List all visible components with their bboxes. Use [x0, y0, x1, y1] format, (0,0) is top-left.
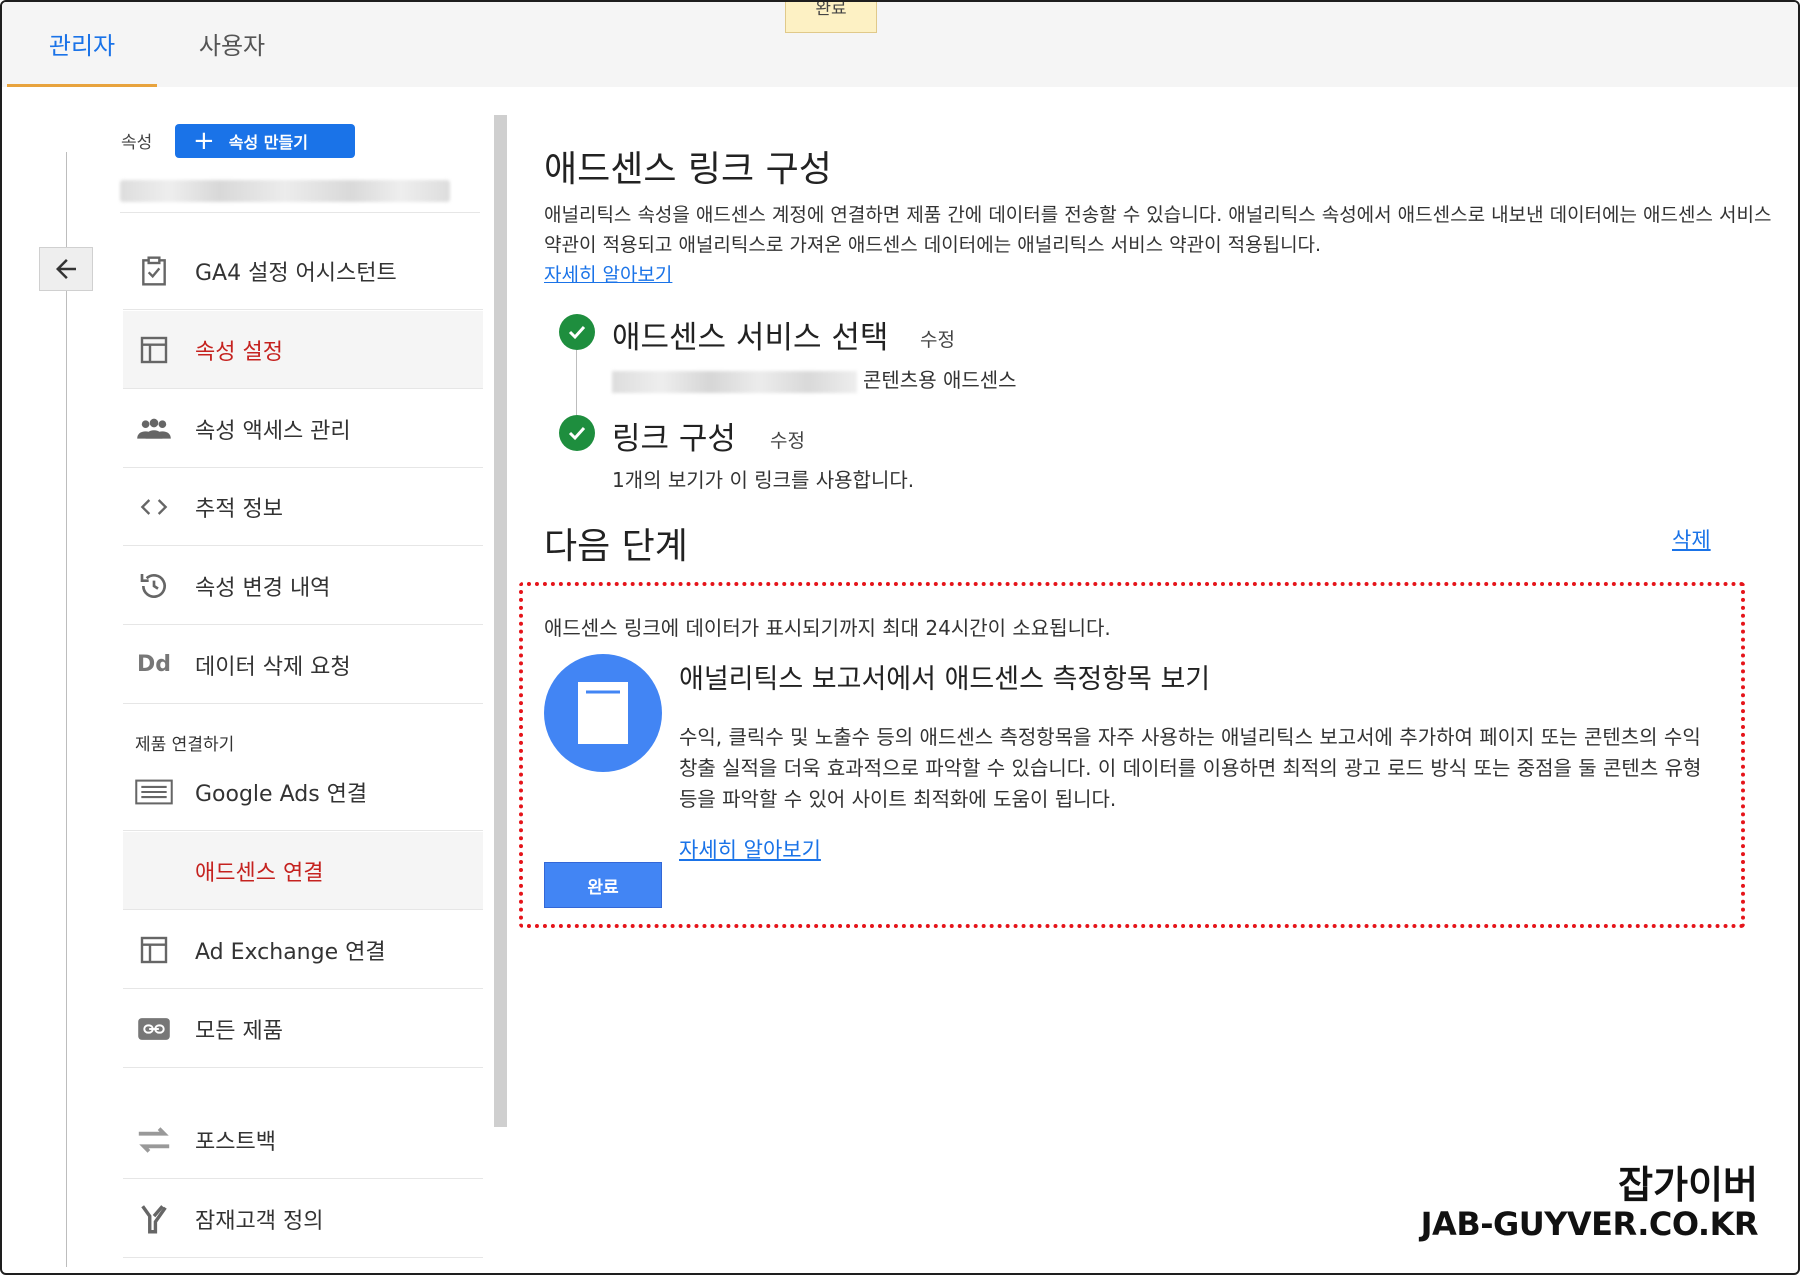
sidebar-item-tracking-info[interactable]: 추적 정보	[123, 468, 483, 546]
sidebar-item-google-ads[interactable]: Google Ads 연결	[123, 753, 483, 831]
dd-icon: Dd	[136, 652, 171, 677]
step-connector	[576, 350, 577, 415]
tab-admin[interactable]: 관리자	[7, 2, 157, 87]
blank-icon	[135, 852, 173, 890]
sidebar-item-label: 속성 변경 내역	[195, 575, 331, 601]
watermark-domain: JAB-GUYVER.CO.KR	[1420, 1205, 1759, 1243]
step-1-edit-link[interactable]: 수정	[920, 325, 955, 352]
create-property-label: 속성 만들기	[228, 133, 308, 152]
notice-text: 애드센스 링크에 데이터가 표시되기까지 최대 24시간이 소요됩니다.	[544, 616, 1111, 640]
check-circle-icon	[559, 415, 595, 451]
sidebar-item-label: 포스트백	[195, 1129, 276, 1155]
layout-icon	[135, 331, 173, 369]
sidebar-item-label: Ad Exchange 연결	[195, 939, 386, 965]
sidebar-item-label: GA4 설정 어시스턴트	[195, 260, 397, 286]
sidebar-item-postback[interactable]: 포스트백	[123, 1101, 483, 1179]
sidebar-item-label: 속성 액세스 관리	[195, 418, 351, 444]
create-property-button[interactable]: + 속성 만들기	[175, 124, 355, 158]
step-1-title: 애드센스 서비스 선택	[612, 320, 889, 356]
sidebar-item-all-products[interactable]: 모든 제품	[123, 990, 483, 1068]
sidebar-item-data-deletion[interactable]: Dd 데이터 삭제 요청	[123, 626, 483, 704]
sidebar-item-label: 모든 제품	[195, 1018, 283, 1044]
sidebar-item-ad-exchange[interactable]: Ad Exchange 연결	[123, 911, 483, 989]
property-label: 속성	[121, 133, 153, 153]
learn-more-link[interactable]: 자세히 알아보기	[544, 264, 672, 286]
sidebar-item-label: 속성 설정	[195, 339, 283, 365]
step-2-edit-link[interactable]: 수정	[770, 426, 805, 453]
plus-icon: +	[193, 126, 215, 156]
history-icon	[135, 567, 173, 605]
sidebar-item-label: 애드센스 연결	[195, 860, 324, 886]
sidebar-divider	[66, 152, 67, 1267]
step-2-value: 1개의 보기가 이 링크를 사용합니다.	[612, 468, 915, 492]
delete-link[interactable]: 삭제	[1672, 524, 1711, 554]
document-icon	[544, 654, 662, 772]
card-learn-more-link[interactable]: 자세히 알아보기	[679, 834, 821, 864]
arrow-left-icon	[56, 259, 76, 279]
back-button[interactable]	[39, 247, 93, 291]
sidebar-item-ga4-assistant[interactable]: GA4 설정 어시스턴트	[123, 232, 483, 310]
sidebar-item-label: Google Ads 연결	[195, 781, 368, 807]
sidebar-item-access-management[interactable]: 속성 액세스 관리	[123, 390, 483, 468]
sidebar-item-adsense[interactable]: 애드센스 연결	[123, 832, 483, 910]
check-circle-icon	[559, 314, 595, 350]
sidebar-item-audience[interactable]: 잠재고객 정의	[123, 1180, 483, 1258]
divider	[120, 212, 480, 213]
sidebar-item-label: 추적 정보	[195, 496, 283, 522]
ads-icon	[135, 773, 173, 811]
app-window: 관리자 사용자 완료 속성 + 속성 만들기 GA4 설정 어시스턴트 속성 설…	[0, 0, 1800, 1275]
description-text: 애널리틱스 속성을 애드센스 계정에 연결하면 제품 간에 데이터를 전송할 수…	[544, 204, 1772, 256]
tab-user[interactable]: 사용자	[177, 2, 287, 87]
property-selector-redacted[interactable]	[120, 180, 450, 202]
step-2-title: 링크 구성	[612, 421, 736, 457]
redacted-account	[612, 370, 857, 393]
audience-icon	[135, 1200, 173, 1238]
clipboard-check-icon	[135, 252, 173, 290]
top-tab-bar: 관리자 사용자	[2, 2, 1798, 87]
sidebar-scrollbar[interactable]	[494, 115, 507, 1127]
sidebar-item-label: 잠재고객 정의	[195, 1208, 324, 1234]
code-icon	[135, 488, 173, 526]
sidebar-item-label: 데이터 삭제 요청	[195, 654, 351, 680]
step-1-value: 콘텐츠용 애드센스	[612, 364, 1017, 393]
watermark-korean: 잡가이버	[1618, 1163, 1758, 1207]
card-body: 수익, 클릭수 및 노출수 등의 애드센스 측정항목을 자주 사용하는 애널리틱…	[679, 725, 1702, 811]
page-description: 애널리틱스 속성을 애드센스 계정에 연결하면 제품 간에 데이터를 전송할 수…	[544, 200, 1774, 290]
people-icon	[135, 410, 173, 448]
toast-message: 완료	[785, 2, 877, 33]
postback-icon	[135, 1121, 173, 1159]
page-title: 애드센스 링크 구성	[544, 149, 832, 190]
section-heading-product-links: 제품 연결하기	[135, 735, 235, 755]
link-icon	[135, 1010, 173, 1048]
done-button[interactable]: 완료	[544, 862, 662, 908]
sidebar-item-change-history[interactable]: 속성 변경 내역	[123, 547, 483, 625]
layout-icon	[135, 931, 173, 969]
next-steps-title: 다음 단계	[544, 526, 688, 567]
sidebar-item-property-settings[interactable]: 속성 설정	[123, 311, 483, 389]
card-title: 애널리틱스 보고서에서 애드센스 측정항목 보기	[679, 664, 1211, 695]
